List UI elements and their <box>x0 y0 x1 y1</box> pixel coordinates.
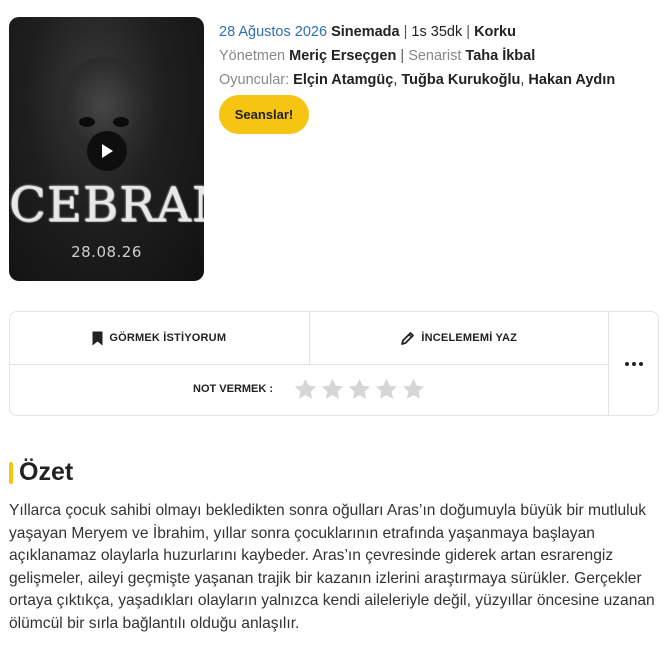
release-date-link[interactable]: 28 Ağustos 2026 <box>219 24 327 40</box>
separator: | <box>400 48 405 64</box>
writer-link[interactable]: Taha İkbal <box>465 48 535 64</box>
separator: | <box>466 24 471 40</box>
status-text: Sinemada <box>331 24 400 40</box>
cast-comma: , <box>520 72 525 88</box>
write-review-button[interactable]: İNCELEMEMİ YAZ <box>308 312 609 364</box>
cast-row: Oyuncular: Elçin Atamgüç, Tuğba Kurukoğl… <box>219 68 615 92</box>
watchlist-button[interactable]: GÖRMEK İSTİYORUM <box>10 312 309 364</box>
writer-label: Senarist <box>408 48 462 64</box>
poster-title: CEBRAN <box>9 177 204 233</box>
play-trailer-button[interactable] <box>87 131 127 171</box>
movie-info: 28 Ağustos 2026 Sinemada | 1s 35dk | Kor… <box>219 20 615 92</box>
star-icon[interactable] <box>374 377 399 402</box>
poster-date: 28.08.26 <box>71 243 142 261</box>
director-link[interactable]: Meriç Erseçgen <box>289 48 396 64</box>
cast-comma: , <box>393 72 398 88</box>
action-buttons-row: GÖRMEK İSTİYORUM İNCELEMEMİ YAZ <box>10 312 608 365</box>
star-icon[interactable] <box>401 377 426 402</box>
poster-eye-left <box>79 117 95 127</box>
cast-link[interactable]: Elçin Atamgüç <box>293 72 393 88</box>
director-label: Yönetmen <box>219 48 286 64</box>
movie-poster[interactable]: CEBRAN 28.08.26 <box>9 17 204 281</box>
summary-heading: Özet <box>9 458 73 487</box>
crew-row: Yönetmen Meriç Erseçgen | Senarist Taha … <box>219 44 615 68</box>
rating-row: NOT VERMEK : <box>10 365 608 415</box>
cast-label: Oyuncular: <box>219 72 290 88</box>
bookmark-icon <box>92 331 103 345</box>
star-icon[interactable] <box>293 377 318 402</box>
star-icon[interactable] <box>320 377 345 402</box>
genre-link[interactable]: Korku <box>474 24 516 40</box>
showtimes-button[interactable]: Seanslar! <box>219 95 309 134</box>
rating-label: NOT VERMEK : <box>193 383 274 395</box>
action-panel: GÖRMEK İSTİYORUM İNCELEMEMİ YAZ NOT VERM… <box>9 311 659 416</box>
watchlist-label: GÖRMEK İSTİYORUM <box>109 332 227 344</box>
separator: | <box>403 24 408 40</box>
cast-link[interactable]: Hakan Aydın <box>528 72 615 88</box>
more-options-button[interactable] <box>608 312 659 415</box>
cast-link[interactable]: Tuğba Kurukoğlu <box>401 72 520 88</box>
more-dots-icon <box>625 361 643 366</box>
review-label: İNCELEMEMİ YAZ <box>421 332 518 344</box>
pencil-icon <box>401 331 415 345</box>
star-icon[interactable] <box>347 377 372 402</box>
summary-text: Yıllarca çocuk sahibi olmayı bekledikten… <box>9 502 655 632</box>
duration-text: 1s 35dk <box>411 24 463 40</box>
summary-title: Özet <box>19 458 74 486</box>
poster-eye-right <box>113 117 129 127</box>
play-icon <box>102 144 113 158</box>
rating-stars <box>293 377 426 402</box>
summary-accent-bar <box>9 461 13 484</box>
release-row: 28 Ağustos 2026 Sinemada | 1s 35dk | Kor… <box>219 20 615 44</box>
